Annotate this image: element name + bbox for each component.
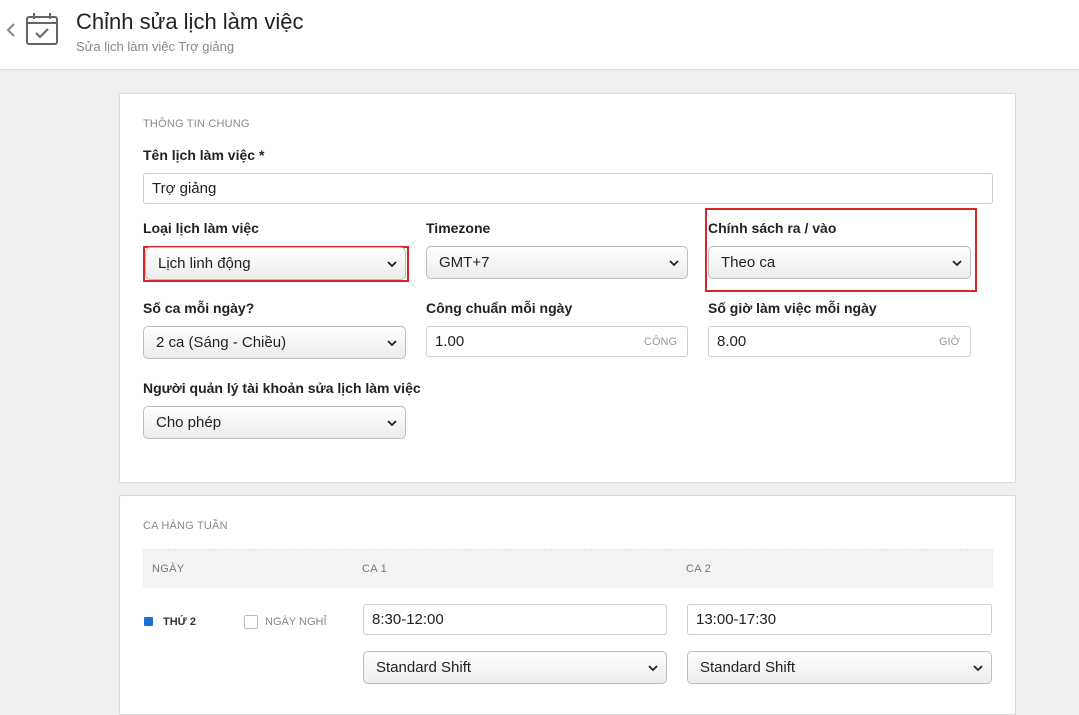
chevron-down-icon [648, 665, 658, 672]
manager-edit-select[interactable]: Cho phép [143, 406, 406, 439]
chevron-down-icon [669, 260, 679, 267]
schedule-type-value: Lịch linh động [158, 255, 251, 272]
timezone-label: Timezone [426, 220, 491, 236]
day-label: THỨ 2 [163, 616, 196, 628]
calendar-check-icon [26, 13, 58, 45]
shifts-per-day-value: 2 ca (Sáng - Chiều) [156, 334, 287, 351]
standard-workday-value: 1.00 [435, 333, 465, 350]
chevron-down-icon [973, 665, 983, 672]
policy-label: Chính sách ra / vào [708, 220, 837, 236]
weekly-shifts-card: CA HÀNG TUẦN NGÀY CA 1 CA 2 THỨ 2 NGÀY N… [119, 495, 1016, 715]
general-info-card: THÔNG TIN CHUNG Tên lịch làm việc * Trợ … [119, 93, 1016, 483]
table-header: NGÀY CA 1 CA 2 [143, 549, 993, 588]
shifts-per-day-select[interactable]: 2 ca (Sáng - Chiều) [143, 326, 406, 359]
shift-1-type-select[interactable]: Standard Shift [363, 651, 667, 684]
chevron-left-icon[interactable] [4, 20, 18, 40]
shift-1-time-input[interactable]: 8:30-12:00 [363, 604, 667, 635]
page-subtitle: Sửa lịch làm việc Trợ giảng [76, 39, 235, 54]
policy-value: Theo ca [721, 254, 776, 271]
schedule-type-select[interactable]: Lịch linh động [145, 247, 406, 280]
day-off-label: NGÀY NGHỈ [265, 616, 327, 628]
work-hours-value: 8.00 [717, 333, 747, 350]
manager-edit-value: Cho phép [156, 414, 222, 431]
schedule-name-label: Tên lịch làm việc * [143, 147, 265, 163]
standard-workday-label: Công chuẩn mỗi ngày [426, 300, 573, 316]
shift-2-time-input[interactable]: 13:00-17:30 [687, 604, 992, 635]
policy-select[interactable]: Theo ca [708, 246, 971, 279]
work-hours-unit: GIỜ [938, 336, 960, 348]
page-title: Chỉnh sửa lịch làm việc [76, 9, 304, 34]
standard-workday-input[interactable]: 1.00 CÔNG [426, 326, 688, 357]
timezone-value: GMT+7 [439, 254, 490, 271]
shifts-per-day-label: Số ca mỗi ngày? [143, 300, 255, 316]
schedule-type-label: Loại lịch làm việc [143, 220, 259, 236]
shift-2-type-value: Standard Shift [700, 659, 796, 676]
work-hours-label: Số giờ làm việc mỗi ngày [708, 300, 877, 316]
timezone-select[interactable]: GMT+7 [426, 246, 688, 279]
shift-2-type-select[interactable]: Standard Shift [687, 651, 992, 684]
chevron-down-icon [387, 420, 397, 427]
chevron-down-icon [387, 261, 397, 268]
column-shift-1: CA 1 [362, 563, 388, 575]
section-title-weekly: CA HÀNG TUẦN [143, 520, 228, 532]
schedule-name-input[interactable]: Trợ giảng [143, 173, 993, 204]
shift-1-type-value: Standard Shift [376, 659, 472, 676]
day-off-checkbox[interactable] [244, 615, 258, 629]
standard-workday-unit: CÔNG [644, 336, 677, 348]
day-marker [144, 617, 153, 626]
manager-edit-label: Người quản lý tài khoản sửa lịch làm việ… [143, 380, 421, 396]
chevron-down-icon [387, 340, 397, 347]
chevron-down-icon [952, 260, 962, 267]
page-header: Chỉnh sửa lịch làm việc Sửa lịch làm việ… [0, 0, 1079, 70]
work-hours-input[interactable]: 8.00 GIỜ [708, 326, 971, 357]
column-day: NGÀY [152, 563, 185, 575]
section-title-general: THÔNG TIN CHUNG [143, 118, 250, 130]
column-shift-2: CA 2 [686, 563, 712, 575]
